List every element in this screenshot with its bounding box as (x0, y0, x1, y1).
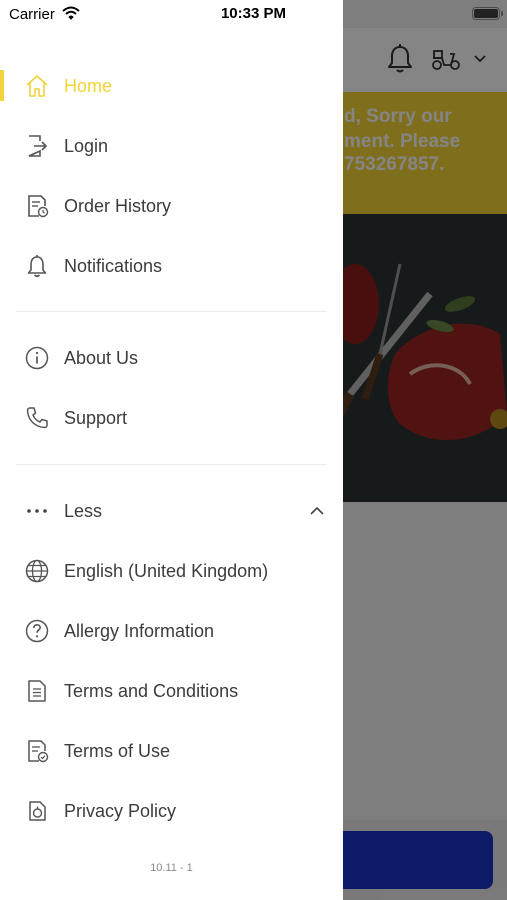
menu-item-label: Notifications (64, 255, 163, 276)
menu-item-order-history[interactable]: Order History (0, 178, 343, 234)
menu-item-allergy-information[interactable]: Allergy Information (0, 603, 343, 659)
menu-item-home[interactable]: Home (0, 58, 343, 114)
phone-icon (23, 404, 51, 432)
menu-item-label: Order History (64, 195, 172, 216)
app-version: 10.11 - 1 (150, 862, 193, 874)
menu-item-label: English (United Kingdom) (64, 560, 269, 581)
status-bar: Carrier 10:33 PM (0, 0, 507, 28)
menu-item-label: Login (64, 135, 109, 156)
menu-divider (16, 311, 327, 312)
chevron-up-icon (309, 503, 325, 519)
menu-item-label: Home (64, 75, 113, 96)
document-check-icon (23, 737, 51, 765)
menu-item-label: Privacy Policy (64, 800, 177, 821)
menu-divider (16, 464, 327, 465)
info-icon (23, 344, 51, 372)
less-toggle[interactable]: Less (0, 483, 343, 539)
side-drawer: Home Login Order History Notifications A… (0, 0, 343, 900)
menu-item-language[interactable]: English (United Kingdom) (0, 543, 343, 599)
menu-item-notifications[interactable]: Notifications (0, 238, 343, 294)
battery-icon (472, 7, 500, 20)
menu-item-privacy-policy[interactable]: Privacy Policy (0, 783, 343, 839)
more-dots-icon (23, 497, 51, 525)
less-label: Less (64, 500, 103, 521)
menu-item-label: Terms of Use (64, 740, 171, 761)
battery-tip (501, 11, 503, 16)
privacy-icon (23, 797, 51, 825)
menu-item-label: Allergy Information (64, 620, 215, 641)
home-icon (23, 72, 51, 100)
menu-item-login[interactable]: Login (0, 118, 343, 174)
login-icon (23, 132, 51, 160)
menu-item-support[interactable]: Support (0, 390, 343, 446)
order-history-icon (23, 192, 51, 220)
menu-item-about-us[interactable]: About Us (0, 330, 343, 386)
menu-item-terms-of-use[interactable]: Terms of Use (0, 723, 343, 779)
question-icon (23, 617, 51, 645)
bell-icon (23, 252, 51, 280)
document-icon (23, 677, 51, 705)
menu-item-label: Terms and Conditions (64, 680, 239, 701)
menu-item-terms-and-conditions[interactable]: Terms and Conditions (0, 663, 343, 719)
globe-icon (23, 557, 51, 585)
menu-item-label: About Us (64, 347, 139, 368)
clock: 10:33 PM (220, 5, 287, 22)
menu-item-label: Support (64, 407, 128, 428)
